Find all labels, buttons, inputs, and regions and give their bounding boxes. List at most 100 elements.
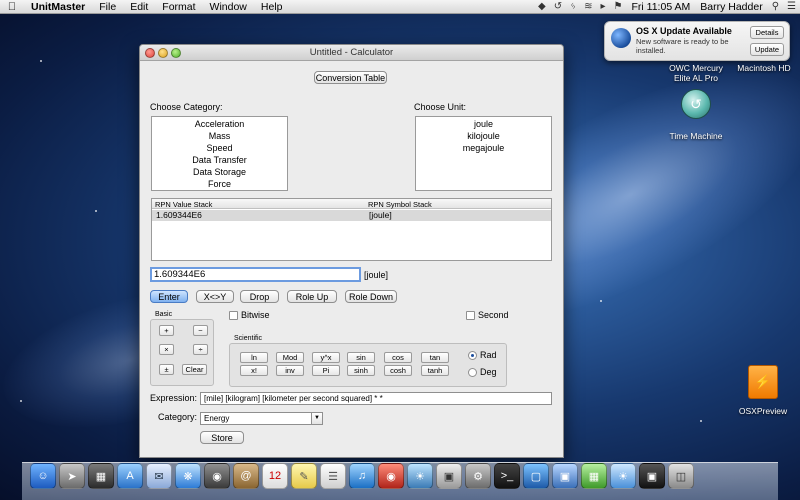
time-machine-icon[interactable]: ↺ — [550, 1, 566, 12]
apple-menu-icon[interactable]:  — [0, 1, 24, 13]
sin-button[interactable]: sin — [347, 352, 375, 363]
expression-field[interactable]: [mile] [kilogram] [kilometer per second … — [200, 392, 552, 405]
list-item[interactable]: megajoule — [416, 142, 551, 154]
contacts-icon[interactable]: @ — [233, 463, 259, 489]
chevron-down-icon[interactable]: ▼ — [311, 413, 322, 424]
volume-icon[interactable]: ▸ — [597, 1, 610, 12]
rpn-stack-table[interactable]: RPN Value Stack RPN Symbol Stack 1.60934… — [151, 198, 552, 261]
inv-button[interactable]: inv — [276, 365, 304, 376]
clock[interactable]: Fri 11:05 AM — [627, 0, 696, 14]
facetime-icon[interactable]: ◉ — [204, 463, 230, 489]
list-item[interactable]: Data Storage — [152, 166, 287, 178]
trash-icon[interactable]: ◫ — [668, 463, 694, 489]
numbers-icon[interactable]: ▦ — [581, 463, 607, 489]
notification-center-icon[interactable]: ☰ — [783, 1, 800, 12]
list-item[interactable]: Mass — [152, 130, 287, 142]
multiply-button[interactable]: × — [159, 344, 174, 355]
spotlight-icon[interactable]: ⚲ — [768, 1, 783, 12]
power-button[interactable]: y^x — [312, 352, 340, 363]
drive-owc-label[interactable]: OWC Mercury Elite AL Pro — [664, 63, 728, 83]
plus-minus-button[interactable]: ± — [159, 364, 174, 375]
bluetooth-icon[interactable]: ᛃ — [566, 1, 580, 12]
flag-icon[interactable]: ⚑ — [610, 1, 627, 12]
plus-button[interactable]: + — [159, 325, 174, 336]
dropbox-icon[interactable]: ◆ — [534, 1, 550, 12]
role-down-button[interactable]: Role Down — [345, 290, 397, 303]
virtualbox-icon[interactable]: ▢ — [523, 463, 549, 489]
list-item[interactable]: Acceleration — [152, 118, 287, 130]
notes-icon[interactable]: ✎ — [291, 463, 317, 489]
system-preferences-icon[interactable]: ⚙ — [465, 463, 491, 489]
sinh-button[interactable]: sinh — [347, 365, 375, 376]
time-machine-label[interactable]: Time Machine — [660, 131, 732, 141]
calendar-icon[interactable]: 12 — [262, 463, 288, 489]
ln-button[interactable]: ln — [240, 352, 268, 363]
mail-icon[interactable]: ✉ — [146, 463, 172, 489]
role-up-button[interactable]: Role Up — [287, 290, 337, 303]
terminal-icon[interactable]: >_ — [494, 463, 520, 489]
preview-icon[interactable]: ▣ — [436, 463, 462, 489]
table-row[interactable]: 1.609344E6 [joule] — [152, 210, 551, 221]
cos-button[interactable]: cos — [384, 352, 412, 363]
menu-edit[interactable]: Edit — [123, 0, 155, 14]
app-store-icon[interactable]: A — [117, 463, 143, 489]
itunes-icon[interactable]: ♫ — [349, 463, 375, 489]
user-name[interactable]: Barry Hadder — [695, 0, 767, 14]
wifi-icon[interactable]: ≋ — [580, 1, 596, 12]
time-machine-drive-icon[interactable]: ↺ — [681, 89, 711, 119]
list-item[interactable]: Speed — [152, 142, 287, 154]
iphoto-icon[interactable]: ☀ — [407, 463, 433, 489]
enter-button[interactable]: Enter — [150, 290, 188, 303]
clear-button[interactable]: Clear — [182, 364, 207, 375]
minus-button[interactable]: − — [193, 325, 208, 336]
category-list[interactable]: Acceleration Mass Speed Data Transfer Da… — [151, 116, 288, 191]
rad-radio[interactable] — [468, 351, 477, 360]
store-button[interactable]: Store — [200, 431, 244, 444]
window-titlebar[interactable]: Untitled - Calculator — [140, 45, 563, 61]
value-input[interactable]: 1.609344E6 — [150, 267, 361, 282]
second-checkbox[interactable] — [466, 311, 475, 320]
reminders-icon[interactable]: ☰ — [320, 463, 346, 489]
divide-button[interactable]: ÷ — [193, 344, 208, 355]
cosh-button[interactable]: cosh — [384, 365, 412, 376]
drive-macintosh-hd-label[interactable]: Macintosh HD — [732, 63, 796, 73]
photo-icon[interactable]: ▣ — [639, 463, 665, 489]
list-item[interactable]: joule — [416, 118, 551, 130]
launchpad-icon[interactable]: ➤ — [59, 463, 85, 489]
stack-value-cell: 1.609344E6 — [156, 210, 202, 220]
basic-group-title: Basic — [155, 311, 173, 318]
unit-list[interactable]: joule kilojoule megajoule — [415, 116, 552, 191]
update-notification[interactable]: OS X Update Available New software is re… — [604, 21, 790, 61]
keynote-icon[interactable]: ▣ — [552, 463, 578, 489]
tanh-button[interactable]: tanh — [421, 365, 449, 376]
list-item[interactable]: kilojoule — [416, 130, 551, 142]
menu-window[interactable]: Window — [203, 0, 254, 14]
photo-booth-icon[interactable]: ◉ — [378, 463, 404, 489]
list-item[interactable]: Force — [152, 178, 287, 190]
menu-help[interactable]: Help — [254, 0, 290, 14]
menu-format[interactable]: Format — [155, 0, 202, 14]
pi-button[interactable]: Pi — [312, 365, 340, 376]
list-item[interactable]: Data Transfer — [152, 154, 287, 166]
osx-preview-drive-icon[interactable]: ⚡ — [748, 365, 778, 399]
menu-app-name[interactable]: UnitMaster — [24, 0, 92, 14]
bitwise-checkbox[interactable] — [229, 311, 238, 320]
tan-button[interactable]: tan — [421, 352, 449, 363]
mission-control-icon[interactable]: ▦ — [88, 463, 114, 489]
choose-category-label: Choose Category: — [150, 102, 223, 112]
osx-preview-label[interactable]: OSXPreview — [728, 406, 798, 416]
menu-file[interactable]: File — [92, 0, 123, 14]
swap-xy-button[interactable]: X<>Y — [196, 290, 234, 303]
messages-icon[interactable]: ☀ — [610, 463, 636, 489]
details-button[interactable]: Details — [750, 26, 784, 39]
drop-button[interactable]: Drop — [240, 290, 279, 303]
deg-radio[interactable] — [468, 368, 477, 377]
category-combo[interactable]: Energy ▼ — [200, 412, 323, 425]
safari-icon[interactable]: ❋ — [175, 463, 201, 489]
update-button[interactable]: Update — [750, 43, 784, 56]
finder-icon[interactable]: ☺ — [30, 463, 56, 489]
factorial-button[interactable]: x! — [240, 365, 268, 376]
scientific-group: ln Mod y^x sin cos tan x! inv Pi sinh co… — [229, 343, 507, 387]
mod-button[interactable]: Mod — [276, 352, 304, 363]
conversion-table-button[interactable]: Conversion Table — [314, 71, 387, 84]
